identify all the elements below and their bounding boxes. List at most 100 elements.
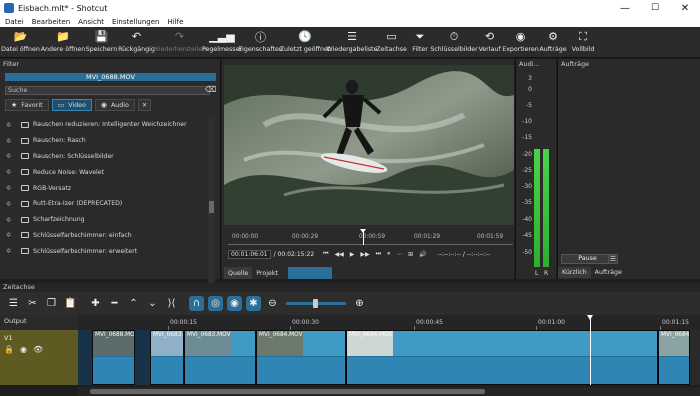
- toolbar-export-button[interactable]: ◉ Exportieren: [502, 27, 539, 57]
- favorite-star-icon[interactable]: ✲: [6, 121, 16, 129]
- current-timecode[interactable]: 00:01:06:01: [228, 249, 271, 259]
- lock-icon[interactable]: 🔒: [4, 345, 14, 354]
- viewer-playhead-handle[interactable]: [360, 229, 366, 233]
- remove-icon[interactable]: ━: [105, 296, 124, 311]
- cut-icon[interactable]: ✂: [23, 296, 42, 311]
- toolbar-filter-button[interactable]: ⏷ Filter: [408, 27, 432, 57]
- toolbar-fullscreen-button[interactable]: ⛶ Vollbild: [568, 27, 598, 57]
- menu-datei[interactable]: Datei: [0, 18, 28, 26]
- timeline-clip[interactable]: MVI_0684.MOV: [256, 330, 346, 385]
- append-icon[interactable]: ✚: [86, 296, 105, 311]
- lift-icon[interactable]: ⌃: [124, 296, 143, 311]
- close-filter-list-button[interactable]: ✕: [137, 99, 152, 111]
- more-icon[interactable]: ⋯: [396, 251, 402, 258]
- split-icon[interactable]: ⟩⟨: [162, 296, 181, 311]
- skip-start-icon[interactable]: ⏮: [323, 250, 328, 258]
- close-button[interactable]: ✕: [670, 0, 700, 16]
- rewind-icon[interactable]: ◀◀: [335, 251, 344, 258]
- favorite-star-icon[interactable]: ✲: [6, 231, 16, 239]
- skip-end-icon[interactable]: ⏭: [376, 250, 381, 258]
- timeline-track-v1[interactable]: MVI_0688.MOV MVI_0683.MOVMVI_0683.MOV MVI_…: [78, 330, 700, 385]
- favorite-star-icon[interactable]: ✲: [6, 137, 16, 145]
- tab-audio[interactable]: ◉ Audio: [94, 99, 135, 111]
- menu-hilfe[interactable]: Hilfe: [163, 18, 187, 26]
- zoom-slider-handle[interactable]: [313, 299, 318, 308]
- clear-search-icon[interactable]: ⌫: [205, 86, 216, 95]
- tab-auftraege[interactable]: Aufträge: [591, 267, 626, 278]
- filter-list-item[interactable]: ✲ Schlüsselfarbschimmer: einfach: [5, 228, 208, 244]
- filter-list-item[interactable]: ✲ Rauschen: Schlüsselbilder: [5, 149, 208, 165]
- viewer-ruler[interactable]: 00:00:00 00:00:29 00:00:59 00:01:29 00:01:59: [228, 232, 513, 246]
- filter-search-input[interactable]: Suche: [5, 86, 210, 95]
- timeline-clip[interactable]: MVI_0684.MOV: [658, 330, 690, 385]
- timeline-playhead-handle[interactable]: [587, 315, 593, 320]
- filter-list-item[interactable]: ✲ RGB-Versatz: [5, 180, 208, 196]
- tab-projekt[interactable]: Projekt: [252, 267, 282, 279]
- toolbar-clock-button[interactable]: 🕓 Zuletzt geöffnet: [280, 27, 331, 57]
- scrollbar-thumb[interactable]: [209, 201, 214, 213]
- eye-icon[interactable]: 👁: [33, 345, 43, 354]
- track-v1-header[interactable]: V1 🔒 ◉ 👁: [0, 330, 78, 385]
- snap-icon[interactable]: ∩: [189, 296, 204, 311]
- menu-einstellungen[interactable]: Einstellungen: [108, 18, 163, 26]
- tab-quelle[interactable]: Quelle: [224, 267, 253, 279]
- grid-icon[interactable]: ⊞: [408, 251, 413, 258]
- toolbar-jobs-button[interactable]: ⚙ Aufträge: [538, 27, 568, 57]
- timeline-playhead[interactable]: [590, 315, 591, 385]
- toolbar-folder-button[interactable]: 📂 Datei öffnen: [0, 27, 41, 57]
- pause-jobs-button[interactable]: Pause: [561, 254, 614, 264]
- favorite-star-icon[interactable]: ✲: [6, 247, 16, 255]
- ripple-all-icon[interactable]: ✱: [246, 296, 261, 311]
- video-frame[interactable]: [224, 65, 514, 225]
- toolbar-info-button[interactable]: ⓘ Eigenschaften: [238, 27, 283, 57]
- fast-forward-icon[interactable]: ▶▶: [360, 251, 369, 258]
- minimize-button[interactable]: —: [610, 0, 640, 16]
- filter-list-item[interactable]: ✲ Reduce Noise: Wavelet: [5, 164, 208, 180]
- overwrite-icon[interactable]: ⌄: [143, 296, 162, 311]
- timeline-clip[interactable]: MVI_0684.MOV: [346, 330, 658, 385]
- play-icon[interactable]: ▶: [350, 251, 355, 258]
- toolbar-open-other-button[interactable]: 📁 Andere öffnen: [41, 27, 86, 57]
- tab-video[interactable]: ▭ Video: [51, 99, 92, 111]
- toolbar-playlist-button[interactable]: ☰ Wiedergabeliste: [327, 27, 378, 57]
- favorite-star-icon[interactable]: ✲: [6, 152, 16, 160]
- scrub-icon[interactable]: ◎: [208, 296, 223, 311]
- favorite-star-icon[interactable]: ✲: [6, 184, 16, 192]
- scrollbar-thumb[interactable]: [90, 389, 485, 394]
- filter-list-item[interactable]: ✲ Rauschen: Rasch: [5, 133, 208, 149]
- toolbar-redo-button[interactable]: ↷ Wiederherstellen: [153, 27, 207, 57]
- filter-list-item[interactable]: ✲ Schlüsselfarbschimmer: erweitert: [5, 243, 208, 259]
- zoom-slider[interactable]: [286, 299, 346, 308]
- composite-icon[interactable]: ◉: [20, 345, 27, 354]
- jobs-menu-icon[interactable]: ☰: [608, 254, 618, 264]
- timeline-clip[interactable]: MVI_0688.MOV: [92, 330, 135, 385]
- toolbar-timeline-button[interactable]: ▭ Zeitachse: [375, 27, 408, 57]
- volume-icon[interactable]: 🔊: [419, 251, 426, 258]
- menu-icon[interactable]: ☰: [4, 296, 23, 311]
- timeline-clip[interactable]: MVI_0683.MOV: [184, 330, 256, 385]
- toolbar-save-button[interactable]: 💾 Speichern: [85, 27, 118, 57]
- ripple-icon[interactable]: ◉: [227, 296, 242, 311]
- tab-kuerzlich[interactable]: Kürzlich: [558, 267, 591, 278]
- favorite-star-icon[interactable]: ✲: [6, 200, 16, 208]
- toolbar-stopwatch-button[interactable]: ⏱ Schlüsselbilder: [430, 27, 477, 57]
- toolbar-undo-button[interactable]: ↶ Rückgängig: [118, 27, 155, 57]
- toolbar-meter-button[interactable]: ▁▃▅ Pegelmesser: [202, 27, 242, 57]
- copy-icon[interactable]: ❐: [42, 296, 61, 311]
- favorite-star-icon[interactable]: ✲: [6, 216, 16, 224]
- timeline-ruler[interactable]: 00:00:15 00:00:30 00:00:45 00:01:00 00:01:15: [78, 315, 700, 330]
- viewer-playhead[interactable]: [363, 231, 364, 245]
- filter-list-item[interactable]: ✲ Scharfzeichnung: [5, 212, 208, 228]
- timeline-vertical-scrollbar[interactable]: [690, 330, 700, 385]
- menu-bearbeiten[interactable]: Bearbeiten: [28, 18, 74, 26]
- zoom-out-icon[interactable]: ⊖: [263, 296, 282, 311]
- toolbar-history-button[interactable]: ⟲ Verlauf: [476, 27, 503, 57]
- filter-list-item[interactable]: ✲ Rutt-Etra-Izer (DEPRECATED): [5, 196, 208, 212]
- zoom-in-icon[interactable]: ⊕: [350, 296, 369, 311]
- menu-ansicht[interactable]: Ansicht: [74, 18, 108, 26]
- paste-icon[interactable]: 📋: [61, 296, 80, 311]
- filter-list-item[interactable]: ✲ Rauschen reduzieren: Intelligenter Weic…: [5, 117, 208, 133]
- maximize-button[interactable]: ☐: [640, 0, 670, 16]
- tab-favorit[interactable]: ★ Favorit: [5, 99, 49, 111]
- favorite-star-icon[interactable]: ✲: [6, 168, 16, 176]
